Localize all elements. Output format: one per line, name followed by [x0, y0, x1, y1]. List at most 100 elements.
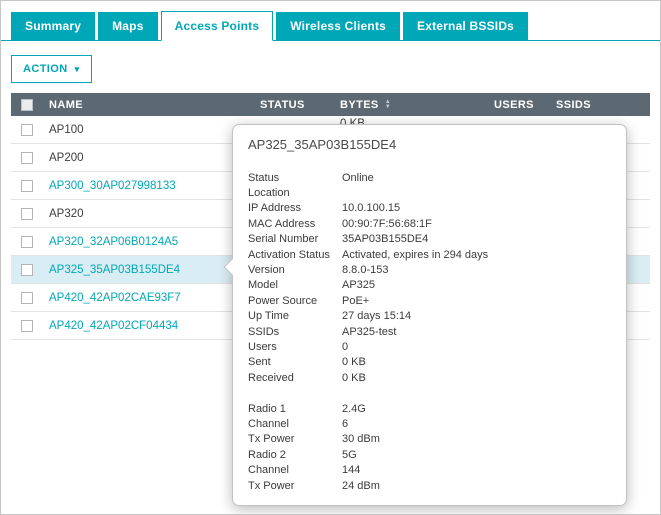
- detail-label: Channel: [248, 418, 342, 430]
- detail-value: 2.4G: [342, 403, 366, 415]
- row-checkbox[interactable]: [21, 152, 33, 164]
- detail-label: Up Time: [248, 310, 342, 322]
- ap-details-popover: AP325_35AP03B155DE4 Status Online Locati…: [232, 124, 627, 506]
- detail-label: Channel: [248, 464, 342, 476]
- detail-row: Sent 0 KB: [248, 355, 611, 370]
- detail-label: Activation Status: [248, 249, 342, 261]
- table-header: NAME STATUS BYTES ▲▼ USERS SSIDS: [11, 93, 650, 116]
- column-header-bytes-label: BYTES: [340, 99, 379, 111]
- column-header-status[interactable]: STATUS: [254, 99, 334, 111]
- detail-row: MAC Address 00:90:7F:56:68:1F: [248, 216, 611, 231]
- detail-row: Radio 1 2.4G: [248, 401, 611, 416]
- tab-label: Wireless Clients: [290, 19, 386, 33]
- row-checkbox-cell: [11, 208, 43, 220]
- detail-value: 00:90:7F:56:68:1F: [342, 218, 432, 230]
- ap-name[interactable]: AP320: [43, 208, 254, 220]
- ap-name[interactable]: AP100: [43, 124, 254, 136]
- row-checkbox-cell: [11, 264, 43, 276]
- select-all-checkbox[interactable]: [21, 99, 33, 111]
- detail-value: 35AP03B155DE4: [342, 233, 428, 245]
- detail-row: IP Address 10.0.100.15: [248, 201, 611, 216]
- detail-label: Status: [248, 172, 342, 184]
- detail-label: Users: [248, 341, 342, 353]
- tab-label: Maps: [112, 19, 143, 33]
- action-button-label: ACTION: [23, 63, 68, 75]
- detail-label: Sent: [248, 356, 342, 368]
- detail-row: Tx Power 30 dBm: [248, 432, 611, 447]
- detail-label: Version: [248, 264, 342, 276]
- chevron-down-icon: ▾: [75, 65, 80, 74]
- tab-wireless-clients[interactable]: Wireless Clients: [276, 12, 400, 40]
- detail-row: Tx Power 24 dBm: [248, 478, 611, 493]
- row-checkbox[interactable]: [21, 208, 33, 220]
- row-checkbox[interactable]: [21, 292, 33, 304]
- sort-icon: ▲▼: [385, 100, 391, 110]
- row-checkbox[interactable]: [21, 180, 33, 192]
- detail-value: 24 dBm: [342, 480, 380, 492]
- tab-summary[interactable]: Summary: [11, 12, 95, 40]
- detail-label: MAC Address: [248, 218, 342, 230]
- tab-maps[interactable]: Maps: [98, 12, 157, 40]
- action-button[interactable]: ACTION ▾: [11, 55, 92, 83]
- toolbar: ACTION ▾: [11, 55, 650, 83]
- ap-name[interactable]: AP420_42AP02CF04434: [43, 320, 254, 332]
- row-checkbox-cell: [11, 180, 43, 192]
- tab-label: External BSSIDs: [417, 19, 514, 33]
- detail-value: 8.8.0-153: [342, 264, 388, 276]
- detail-label: Serial Number: [248, 233, 342, 245]
- app-window: Summary Maps Access Points Wireless Clie…: [0, 0, 661, 515]
- detail-value: 0 KB: [342, 356, 366, 368]
- ap-details-list: Status Online Location IP Address 10.0.1…: [248, 170, 611, 493]
- ap-name[interactable]: AP300_30AP027998133: [43, 180, 254, 192]
- detail-value: AP325: [342, 279, 375, 291]
- column-header-ssids[interactable]: SSIDS: [550, 99, 650, 111]
- row-checkbox[interactable]: [21, 124, 33, 136]
- detail-row: Status Online: [248, 170, 611, 185]
- detail-row: Version 8.8.0-153: [248, 262, 611, 277]
- detail-row: Serial Number 35AP03B155DE4: [248, 232, 611, 247]
- detail-label: Radio 1: [248, 403, 342, 415]
- detail-row: Activation Status Activated, expires in …: [248, 247, 611, 262]
- detail-label: SSIDs: [248, 326, 342, 338]
- select-all-cell: [11, 99, 43, 111]
- detail-label: IP Address: [248, 202, 342, 214]
- detail-value: 30 dBm: [342, 433, 380, 445]
- ap-name[interactable]: AP320_32AP06B0124A5: [43, 236, 254, 248]
- detail-label: Power Source: [248, 295, 342, 307]
- detail-label: Radio 2: [248, 449, 342, 461]
- tab-label: Summary: [25, 19, 81, 33]
- detail-value: 144: [342, 464, 360, 476]
- row-checkbox-cell: [11, 292, 43, 304]
- row-checkbox-cell: [11, 124, 43, 136]
- detail-label: Location: [248, 187, 342, 199]
- popover-title: AP325_35AP03B155DE4: [248, 137, 611, 152]
- column-header-bytes[interactable]: BYTES ▲▼: [334, 99, 488, 111]
- column-header-name[interactable]: NAME: [43, 99, 254, 111]
- detail-row: Location: [248, 185, 611, 200]
- row-checkbox[interactable]: [21, 236, 33, 248]
- detail-row: Model AP325: [248, 278, 611, 293]
- row-checkbox[interactable]: [21, 264, 33, 276]
- detail-label: Received: [248, 372, 342, 384]
- row-checkbox-cell: [11, 320, 43, 332]
- detail-row: Radio 2 5G: [248, 447, 611, 462]
- detail-label: Model: [248, 279, 342, 291]
- detail-row: Up Time 27 days 15:14: [248, 309, 611, 324]
- ap-name[interactable]: AP420_42AP02CAE93F7: [43, 292, 254, 304]
- detail-row: Received 0 KB: [248, 370, 611, 385]
- detail-label: Tx Power: [248, 480, 342, 492]
- detail-row: SSIDs AP325-test: [248, 324, 611, 339]
- tab-external-bssids[interactable]: External BSSIDs: [403, 12, 528, 40]
- row-checkbox-cell: [11, 236, 43, 248]
- detail-row: Channel 6: [248, 416, 611, 431]
- ap-name[interactable]: AP200: [43, 152, 254, 164]
- ap-name[interactable]: AP325_35AP03B155DE4: [43, 264, 254, 276]
- column-header-users[interactable]: USERS: [488, 99, 550, 111]
- detail-row: Power Source PoE+: [248, 293, 611, 308]
- tab-label: Access Points: [175, 19, 260, 33]
- detail-row: [248, 385, 611, 400]
- tab-access-points[interactable]: Access Points: [161, 11, 274, 41]
- row-checkbox[interactable]: [21, 320, 33, 332]
- tab-bar: Summary Maps Access Points Wireless Clie…: [1, 1, 660, 41]
- detail-row: Users 0: [248, 339, 611, 354]
